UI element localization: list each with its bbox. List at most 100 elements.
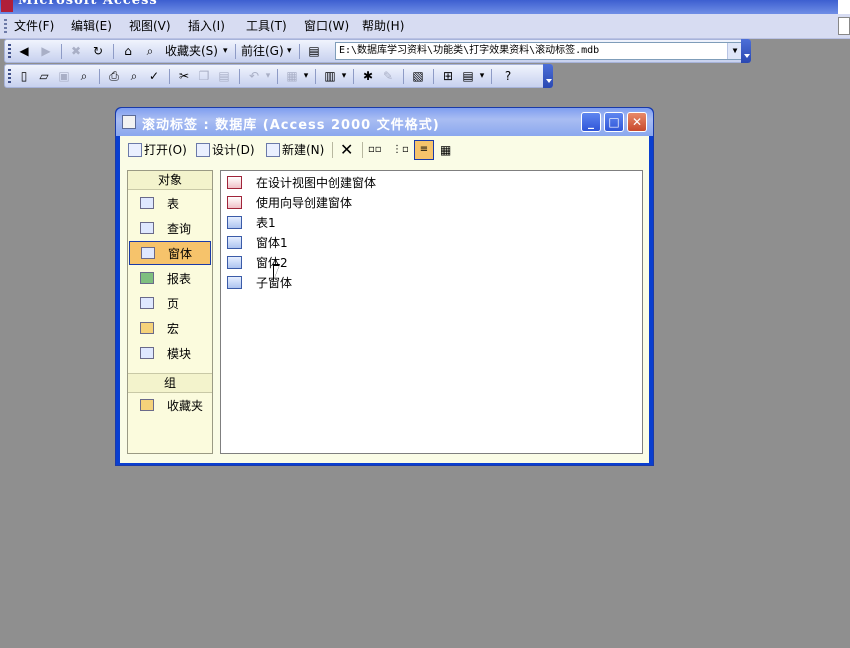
chevron-down-icon[interactable]: ▾ [223,43,228,59]
undo-icon[interactable]: ↶ [245,68,263,84]
toolbar-separator [99,69,100,84]
spelling-icon[interactable]: ✓ [145,68,163,84]
address-dropdown-icon[interactable]: ▼ [727,43,742,59]
properties-icon[interactable]: ▧ [409,68,427,84]
menu-view[interactable]: 视图(V) [126,18,174,34]
database-toolbar-grip[interactable] [8,69,11,83]
objects-list: 在设计视图中创建窗体 使用向导创建窗体 表1 窗体1 窗体2 子窗体 [220,170,643,454]
chevron-down-icon[interactable]: ▾ [339,68,349,84]
office-links-icon[interactable]: ▦ [283,68,301,84]
database-window-title-bar[interactable]: 滚动标签 : 数据库 (Access 2000 文件格式) _ □ ✕ [116,108,653,136]
minimize-button[interactable]: _ [581,112,601,132]
menu-file[interactable]: 文件(F) [11,18,57,34]
chevron-down-icon[interactable]: ▾ [287,43,292,59]
list-item[interactable]: 窗体1 [227,233,288,251]
large-icons-view-icon[interactable]: ▫▫ [368,142,382,158]
print-icon[interactable]: ⎙ [105,68,123,84]
code-icon[interactable]: ✱ [359,68,377,84]
new-document-icon[interactable]: ▯ [15,68,33,84]
group-favorites[interactable]: 收藏夹 [129,393,211,417]
script-icon[interactable]: ✎ [379,68,397,84]
open-button[interactable]: 打开(O) [128,142,187,158]
list-item-label: 在设计视图中创建窗体 [256,175,377,190]
maximize-button[interactable]: □ [604,112,624,132]
toolbar-separator [169,69,170,84]
favorites-folder-icon [140,399,154,411]
close-button[interactable]: ✕ [627,112,647,132]
object-pages[interactable]: 页 [129,291,211,315]
object-reports[interactable]: 报表 [129,266,211,290]
search-web-icon[interactable]: ⌕ [141,43,159,59]
web-toolbar-grip[interactable] [8,44,11,58]
app-title-bar: Microsoft Access [0,0,850,14]
list-item[interactable]: 子窗体 [227,273,292,291]
toolbar-separator [235,44,236,59]
list-item[interactable]: 使用向导创建窗体 [227,193,352,211]
list-item[interactable]: 表1 [227,213,276,231]
relationships-icon[interactable]: ⊞ [439,68,457,84]
toolbar-options-icon[interactable] [543,64,553,88]
database-window-icon [122,115,136,129]
groups-header[interactable]: 组 [128,373,212,393]
help-icon[interactable]: ? [499,68,517,84]
stop-icon[interactable]: ✖ [67,43,85,59]
details-view-icon[interactable]: ▦ [440,142,451,158]
access-app-icon [1,0,13,12]
web-toolbar: ◀ ▶ ✖ ↻ ⌂ ⌕ 收藏夹(S) ▾ 前往(G) ▾ ▤ E:\数据库学习资… [4,39,751,63]
form-icon [227,235,242,249]
chevron-down-icon[interactable]: ▾ [301,68,311,84]
object-modules[interactable]: 模块 [129,341,211,365]
objects-header[interactable]: 对象 [128,171,212,190]
back-icon[interactable]: ◀ [15,43,33,59]
cut-icon[interactable]: ✂ [175,68,193,84]
forward-icon[interactable]: ▶ [37,43,55,59]
table-icon [140,197,154,209]
object-queries[interactable]: 查询 [129,216,211,240]
address-field[interactable]: E:\数据库学习资料\功能类\打字效果资料\滚动标签.mdb ▼ [335,42,743,60]
file-search-icon[interactable]: ⌕ [75,68,93,84]
toolbar-separator [403,69,404,84]
menu-tools[interactable]: 工具(T) [243,18,290,34]
form-icon [141,247,155,259]
object-forms[interactable]: 窗体 [129,241,211,265]
report-icon [140,272,154,284]
menu-help[interactable]: 帮助(H) [359,18,407,34]
print-preview-icon[interactable]: ⌕ [125,68,143,84]
design-button[interactable]: 设计(D) [196,142,255,158]
menu-window[interactable]: 窗口(W) [301,18,352,34]
list-item-label: 使用向导创建窗体 [256,195,353,210]
list-view-icon[interactable]: ≡ [414,140,434,160]
refresh-icon[interactable]: ↻ [89,43,107,59]
save-icon[interactable]: ▣ [55,68,73,84]
menu-bar-grip[interactable] [4,19,7,33]
toolbar-options-icon[interactable] [741,39,751,63]
goto-menu-button[interactable]: 前往(G) [241,43,284,59]
paste-icon[interactable]: ▤ [215,68,233,84]
new-object-icon[interactable]: ▤ [459,68,477,84]
chevron-down-icon[interactable]: ▾ [263,68,273,84]
show-web-toolbar-only-icon[interactable]: ▤ [305,43,323,59]
object-label: 查询 [167,221,192,236]
address-value: E:\数据库学习资料\功能类\打字效果资料\滚动标签.mdb [339,45,600,56]
menu-edit[interactable]: 编辑(E) [68,18,115,34]
delete-icon[interactable]: ✕ [340,142,353,158]
small-icons-view-icon[interactable]: ⋮▫ [392,142,409,158]
analyze-icon[interactable]: ▥ [321,68,339,84]
object-macros[interactable]: 宏 [129,316,211,340]
home-icon[interactable]: ⌂ [119,43,137,59]
objects-bar: 对象 表 查询 窗体 报表 页 宏 模块 组 收藏夹 [127,170,213,454]
chevron-down-icon[interactable]: ▾ [477,68,487,84]
object-label: 报表 [167,271,192,286]
menu-insert[interactable]: 插入(I) [185,18,228,34]
help-question-box[interactable] [838,17,850,35]
wizard-icon [227,175,242,189]
open-folder-icon[interactable]: ▱ [35,68,53,84]
favorites-menu-button[interactable]: 收藏夹(S) [165,43,218,59]
database-window-title: 滚动标签 : 数据库 (Access 2000 文件格式) [142,118,440,133]
new-object-icon [266,143,280,157]
copy-icon[interactable]: ❐ [195,68,213,84]
page-icon [140,297,154,309]
new-button[interactable]: 新建(N) [266,142,324,158]
object-tables[interactable]: 表 [129,191,211,215]
list-item[interactable]: 在设计视图中创建窗体 [227,173,376,191]
